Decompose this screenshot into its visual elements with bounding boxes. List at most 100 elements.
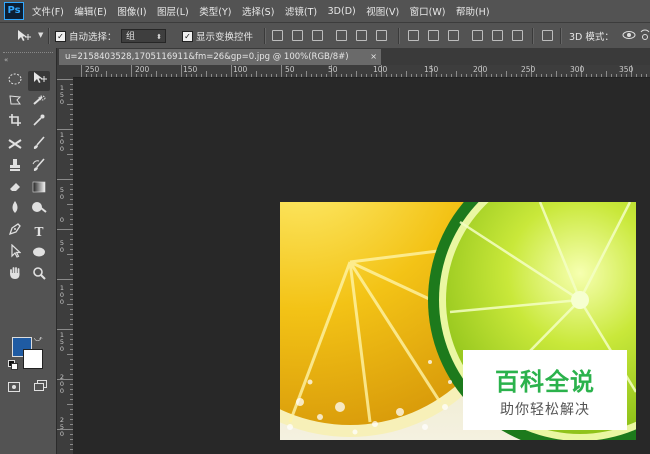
ruler-label: 350: [619, 65, 634, 74]
vertical-ruler[interactable]: 1 5 0 1 0 0 5 0 0 5 0 1 0 0 1 5 0 2 0 0 …: [57, 77, 74, 454]
align-top-icon[interactable]: [272, 30, 283, 41]
screen-mode-icon[interactable]: [34, 380, 48, 392]
ruler-label: 1 5 0: [59, 331, 65, 353]
menu-layer[interactable]: 图层(L): [157, 4, 189, 18]
ruler-tick: [556, 71, 557, 77]
lasso-tool-icon[interactable]: [4, 92, 26, 112]
history-brush-tool-icon[interactable]: [28, 158, 50, 178]
background-color-swatch[interactable]: [23, 349, 43, 369]
3d-orbit-icon[interactable]: [622, 28, 636, 42]
move-tool-icon[interactable]: [16, 29, 32, 43]
ruler-tick: [471, 74, 472, 77]
ruler-tick: [216, 74, 217, 77]
ruler-tick: [166, 74, 167, 77]
horizontal-ruler[interactable]: 250 200 150 100 50 0 50 100 150 200 250 …: [73, 65, 650, 78]
auto-select-dropdown[interactable]: 组 ⬍: [121, 29, 166, 43]
menu-window[interactable]: 窗口(W): [410, 4, 446, 18]
distribute-hcenter-icon[interactable]: [492, 30, 503, 41]
dodge-tool-icon[interactable]: [28, 200, 50, 220]
ruler-tick: [606, 71, 607, 77]
align-bottom-icon[interactable]: [312, 30, 323, 41]
ruler-label: 300: [570, 65, 585, 74]
distribute-vcenter-icon[interactable]: [428, 30, 439, 41]
stamp-tool-icon[interactable]: [4, 158, 26, 178]
align-hcenter-icon[interactable]: [356, 30, 367, 41]
ruler-tick: [416, 74, 417, 77]
ruler-tick: [536, 74, 537, 77]
eraser-tool-icon[interactable]: [4, 179, 26, 199]
menu-file[interactable]: 文件(F): [32, 4, 64, 18]
ruler-tick: [57, 279, 73, 280]
ruler-label: 50: [328, 65, 338, 74]
menu-type[interactable]: 类型(Y): [199, 4, 231, 18]
document-image[interactable]: 百科全说 助你轻松解决: [280, 202, 636, 440]
show-transform-checkbox[interactable]: ✓: [182, 31, 193, 42]
menu-3d[interactable]: 3D(D): [328, 6, 356, 17]
mode-3d-label: 3D 模式：: [569, 32, 614, 43]
eyedropper-tool-icon[interactable]: [28, 113, 50, 133]
panel-grip[interactable]: [3, 52, 53, 56]
ruler-label: 0: [59, 216, 65, 224]
ruler-tick: [146, 74, 147, 77]
ruler-tick: [91, 74, 92, 77]
type-tool-icon[interactable]: T: [28, 222, 50, 242]
marquee-tool-icon[interactable]: [4, 71, 26, 91]
hand-tool-icon[interactable]: [4, 266, 26, 286]
menu-image[interactable]: 图像(I): [117, 4, 146, 18]
default-colors-icon[interactable]: [8, 360, 18, 370]
ruler-tick: [561, 74, 562, 77]
ruler-tick: [436, 74, 437, 77]
separator: [48, 28, 50, 44]
quick-mask-icon[interactable]: [8, 382, 20, 392]
swap-colors-icon[interactable]: ⤻: [34, 334, 43, 344]
ruler-tick: [201, 74, 202, 77]
close-tab-icon[interactable]: ×: [370, 49, 377, 65]
ruler-label: 200: [135, 65, 150, 74]
ruler-tick: [57, 129, 73, 130]
ruler-tick: [411, 74, 412, 77]
distribute-right-icon[interactable]: [512, 30, 523, 41]
distribute-bottom-icon[interactable]: [448, 30, 459, 41]
ruler-tick: [266, 74, 267, 77]
menu-select[interactable]: 选择(S): [242, 4, 274, 18]
menu-help[interactable]: 帮助(H): [456, 4, 490, 18]
distribute-left-icon[interactable]: [472, 30, 483, 41]
crop-tool-icon[interactable]: [4, 113, 26, 133]
separator: [532, 28, 534, 44]
quick-select-tool-icon[interactable]: [28, 92, 50, 112]
gradient-tool-icon[interactable]: [28, 179, 50, 199]
auto-align-layers-icon[interactable]: [542, 30, 553, 41]
auto-select-checkbox[interactable]: ✓: [55, 31, 66, 42]
move-tool-icon[interactable]: [28, 71, 50, 91]
menu-view[interactable]: 视图(V): [366, 4, 399, 18]
ruler-tick: [646, 74, 647, 77]
ruler-tick: [241, 74, 242, 77]
align-left-icon[interactable]: [336, 30, 347, 41]
separator: [264, 28, 266, 44]
align-right-icon[interactable]: [376, 30, 387, 41]
collapse-panel-icon[interactable]: «: [4, 56, 8, 64]
healing-tool-icon[interactable]: [4, 136, 26, 156]
ruler-tick: [276, 74, 277, 77]
ruler-label: 150: [183, 65, 198, 74]
distribute-top-icon[interactable]: [408, 30, 419, 41]
brush-tool-icon[interactable]: [28, 136, 50, 156]
ruler-tick: [136, 74, 137, 77]
align-vcenter-icon[interactable]: [292, 30, 303, 41]
ruler-tick: [621, 74, 622, 77]
menu-edit[interactable]: 编辑(E): [74, 4, 106, 18]
ruler-tick: [231, 65, 232, 77]
document-tab[interactable]: u=2158403528,1705116911&fm=26&gp=0.jpg @…: [59, 49, 381, 65]
menu-filter[interactable]: 滤镜(T): [285, 4, 317, 18]
pen-tool-icon[interactable]: [4, 222, 26, 242]
path-select-tool-icon[interactable]: [4, 243, 26, 264]
ruler-tick: [346, 74, 347, 77]
ruler-tick: [316, 74, 317, 77]
shape-tool-icon[interactable]: [28, 244, 50, 264]
tool-preset-dropdown-icon[interactable]: ▼: [38, 31, 43, 39]
blur-tool-icon[interactable]: [4, 200, 26, 220]
3d-roll-icon[interactable]: [640, 28, 650, 42]
ruler-label: 100: [233, 65, 248, 74]
zoom-tool-icon[interactable]: [28, 266, 50, 286]
ruler-label: 5 0: [59, 186, 65, 201]
